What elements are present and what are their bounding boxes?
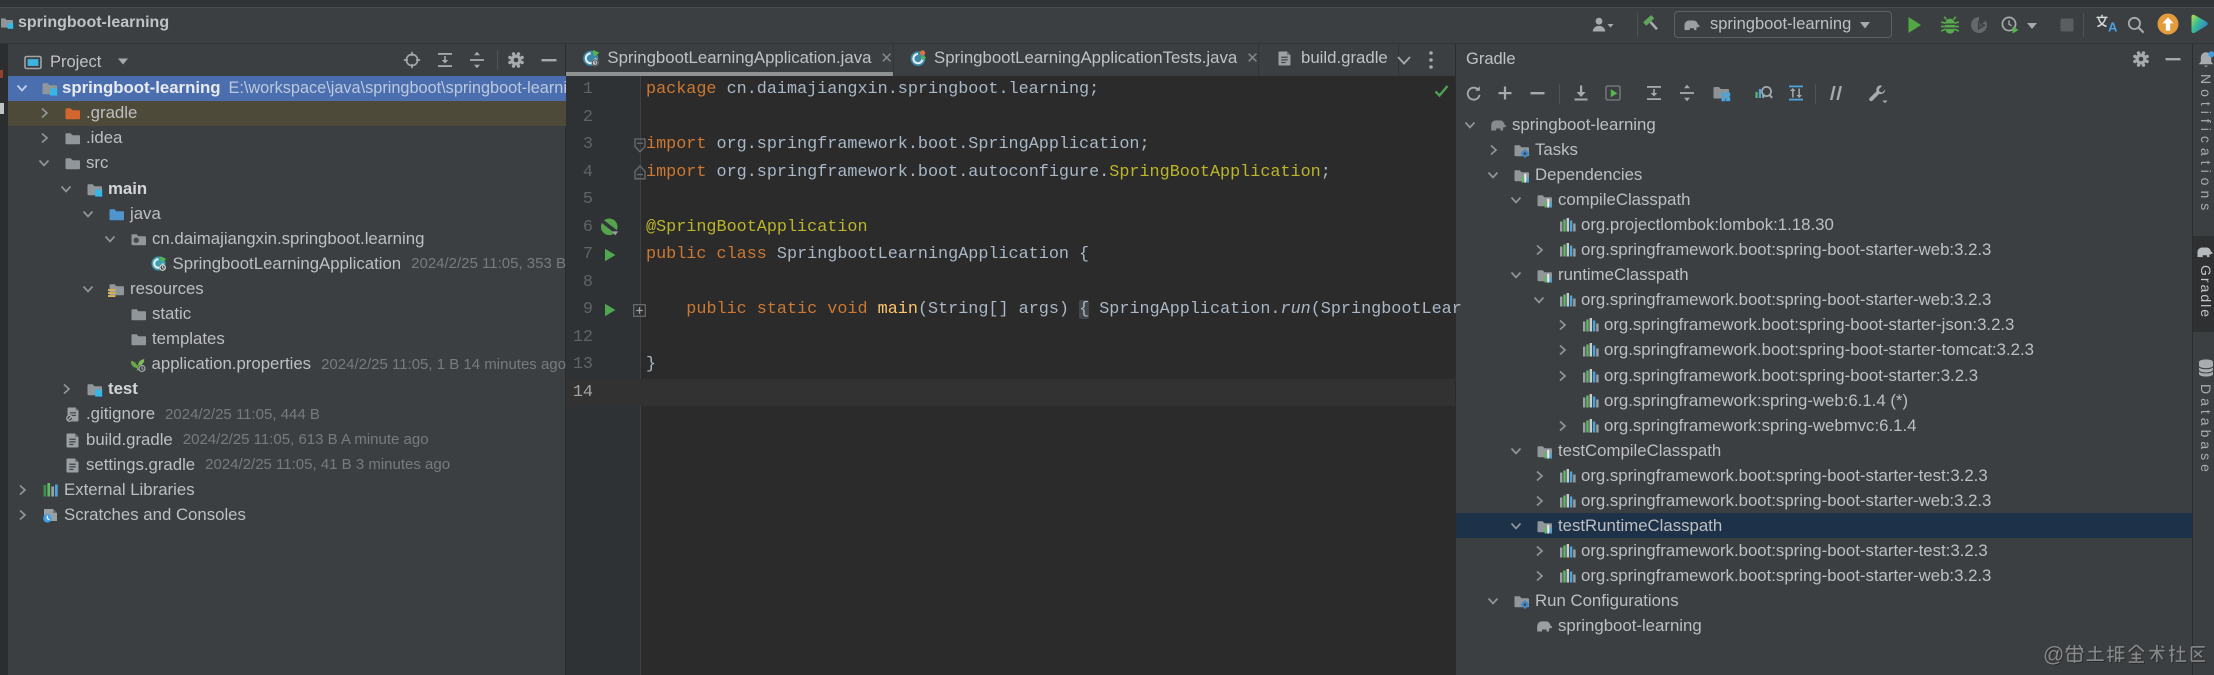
svg-text:@: @ xyxy=(2043,644,2064,667)
svg-text:A: A xyxy=(2108,19,2118,33)
